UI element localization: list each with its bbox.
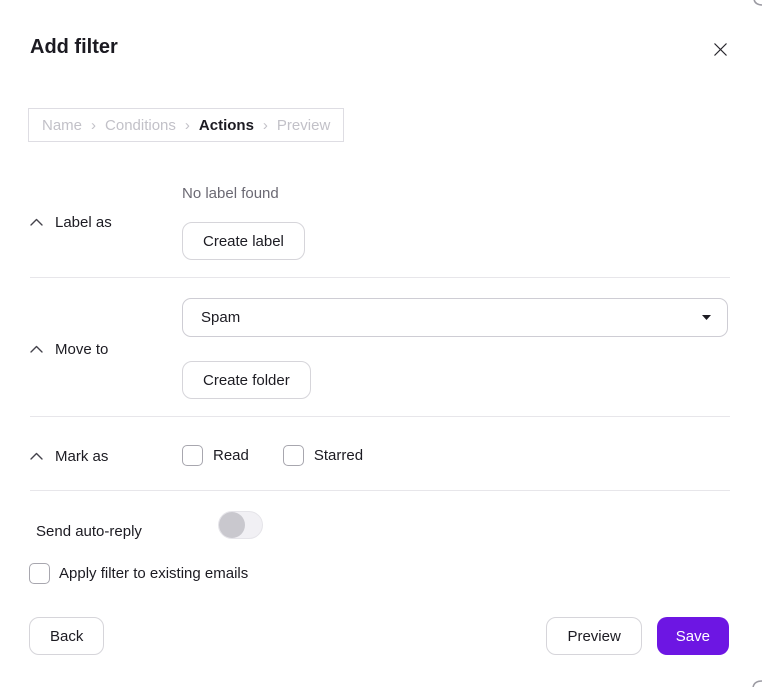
- read-checkbox-box[interactable]: [182, 445, 203, 466]
- preview-button[interactable]: Preview: [546, 617, 641, 655]
- selected-folder-value: Spam: [201, 309, 702, 326]
- label-as-section-toggle[interactable]: Label as: [30, 213, 112, 231]
- auto-reply-toggle[interactable]: [218, 511, 263, 539]
- read-checkbox[interactable]: Read: [182, 445, 249, 466]
- create-label-button[interactable]: Create label: [182, 222, 305, 260]
- apply-filter-checkbox-label: Apply filter to existing emails: [59, 565, 248, 582]
- close-button[interactable]: [708, 37, 732, 61]
- back-button[interactable]: Back: [29, 617, 104, 655]
- starred-checkbox[interactable]: Starred: [283, 445, 363, 466]
- mark-as-section-toggle[interactable]: Mark as: [30, 447, 108, 465]
- divider: [30, 490, 730, 491]
- breadcrumb-separator: ›: [91, 117, 96, 134]
- breadcrumb-separator: ›: [185, 117, 190, 134]
- move-to-section-title: Move to: [55, 341, 108, 358]
- chevron-up-icon: [30, 345, 43, 353]
- toggle-knob: [219, 512, 245, 538]
- breadcrumb-step-conditions[interactable]: Conditions: [105, 117, 176, 134]
- read-checkbox-label: Read: [213, 447, 249, 464]
- starred-checkbox-box[interactable]: [283, 445, 304, 466]
- breadcrumb-separator: ›: [263, 117, 268, 134]
- move-to-section-toggle[interactable]: Move to: [30, 340, 108, 358]
- modal-title: Add filter: [30, 34, 118, 60]
- divider: [30, 416, 730, 417]
- breadcrumb-step-name[interactable]: Name: [42, 117, 82, 134]
- send-auto-reply-label: Send auto-reply: [36, 523, 142, 540]
- apply-filter-checkbox-box[interactable]: [29, 563, 50, 584]
- breadcrumb: Name › Conditions › Actions › Preview: [28, 108, 344, 142]
- mark-as-options: Read Starred: [182, 445, 363, 466]
- breadcrumb-step-actions[interactable]: Actions: [199, 117, 254, 134]
- screen-edge-artifact-top-right: [753, 0, 762, 7]
- add-filter-modal: Add filter Name › Conditions › Actions ›…: [0, 0, 762, 687]
- screen-edge-artifact-bottom-right: [752, 679, 762, 687]
- label-as-section-title: Label as: [55, 214, 112, 231]
- apply-filter-checkbox[interactable]: Apply filter to existing emails: [29, 563, 248, 584]
- mark-as-section-title: Mark as: [55, 448, 108, 465]
- starred-checkbox-label: Starred: [314, 447, 363, 464]
- chevron-up-icon: [30, 452, 43, 460]
- divider: [30, 277, 730, 278]
- close-icon: [712, 41, 729, 58]
- chevron-up-icon: [30, 218, 43, 226]
- save-button[interactable]: Save: [657, 617, 729, 655]
- move-to-folder-select[interactable]: Spam: [182, 298, 728, 337]
- create-folder-button[interactable]: Create folder: [182, 361, 311, 399]
- breadcrumb-step-preview[interactable]: Preview: [277, 117, 330, 134]
- footer-actions: Preview Save: [546, 617, 729, 655]
- caret-down-icon: [702, 315, 711, 320]
- no-label-found-text: No label found: [182, 185, 279, 202]
